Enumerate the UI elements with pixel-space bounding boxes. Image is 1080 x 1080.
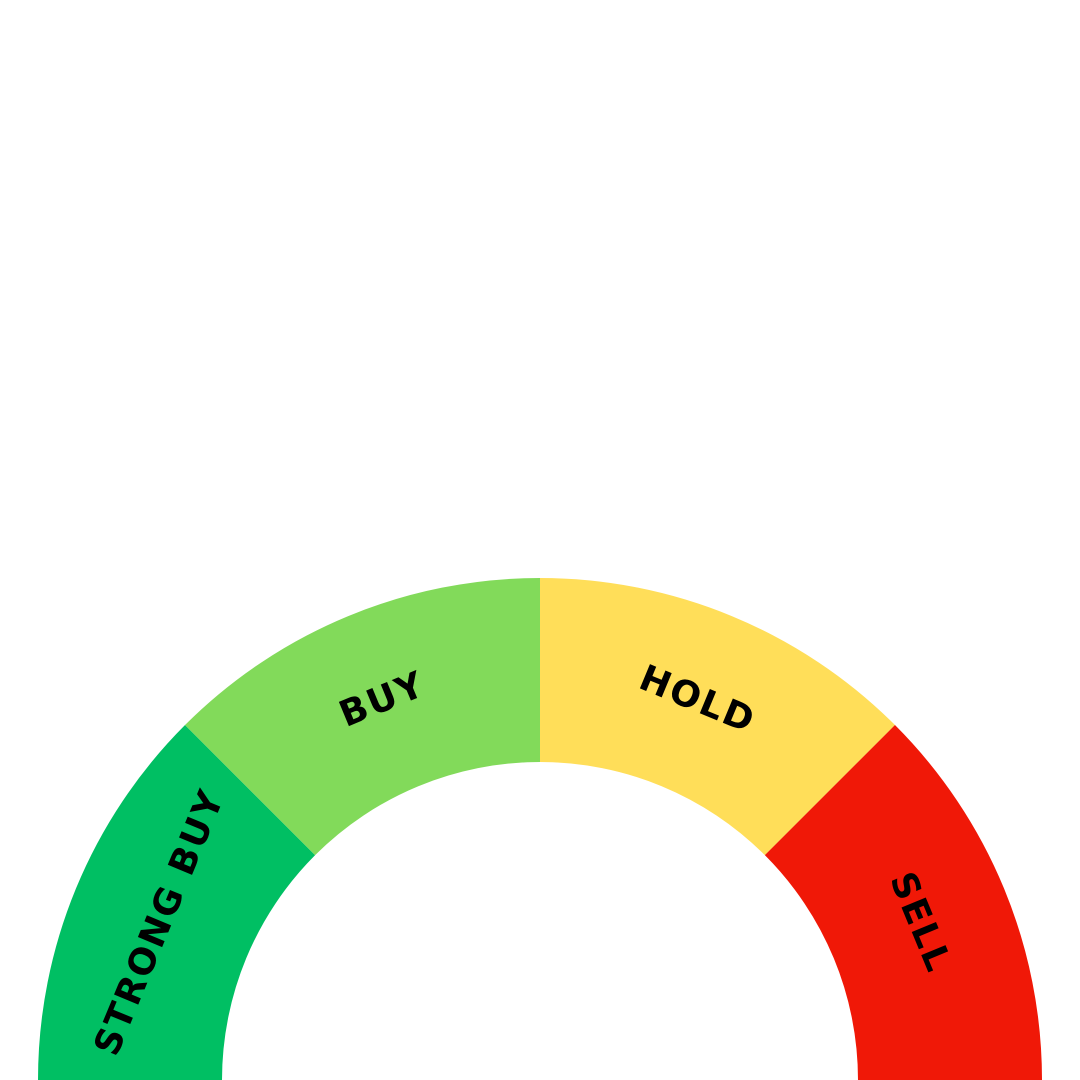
rating-gauge-chart: STRONG BUYBUY HOLDSELL — [38, 578, 1042, 1080]
